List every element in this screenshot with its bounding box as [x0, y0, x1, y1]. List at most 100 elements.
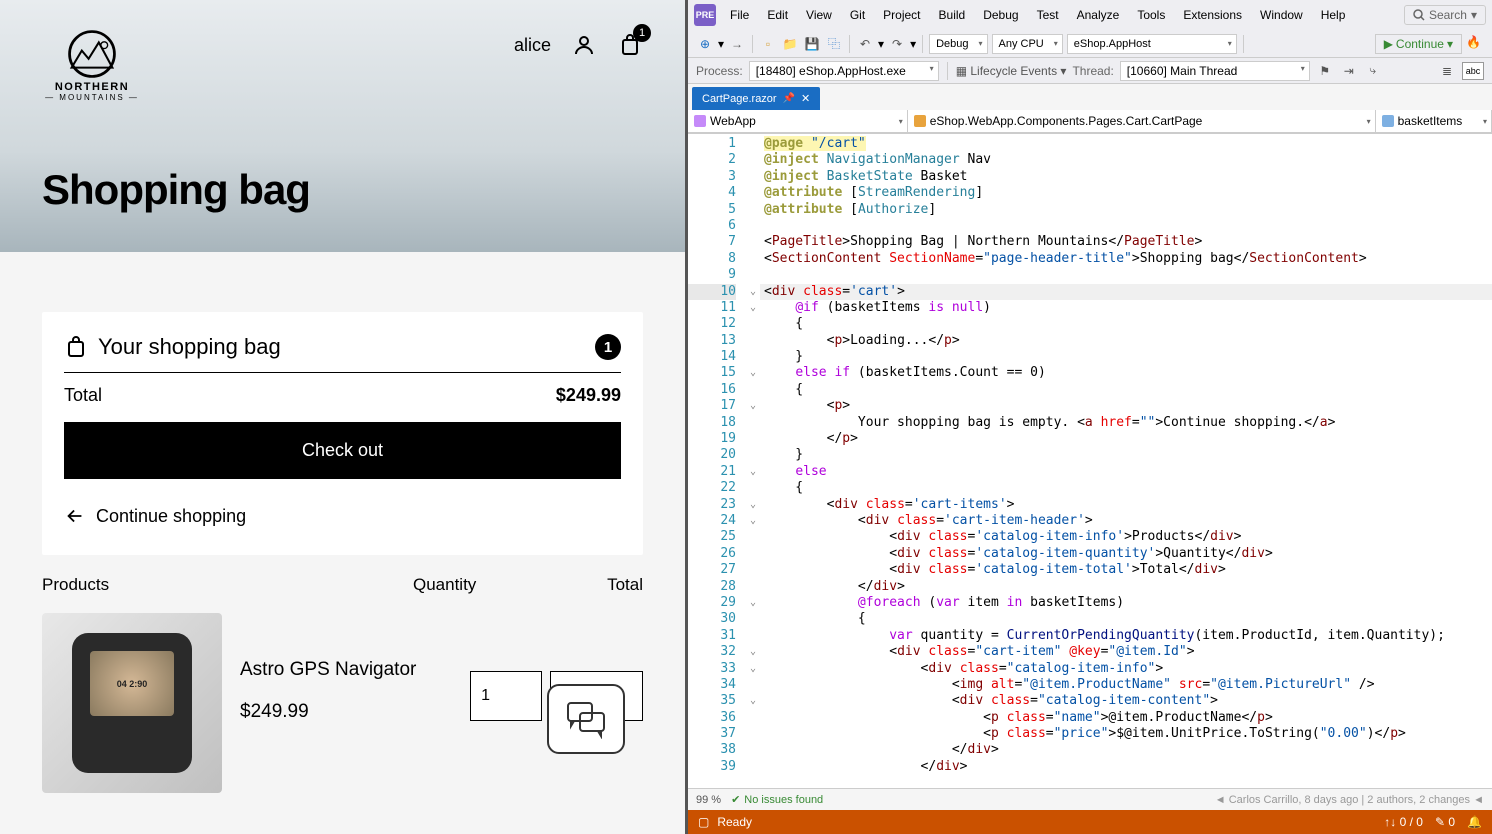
nav-project[interactable]: WebApp	[688, 110, 908, 133]
code-editor[interactable]: 1234567891011121314151617181920212223242…	[688, 134, 1492, 788]
cart-summary-card: Your shopping bag 1 Total $249.99 Check …	[42, 312, 643, 555]
pin-icon[interactable]: 📌	[783, 93, 795, 104]
chat-button[interactable]	[547, 684, 625, 754]
brand-logo[interactable]: NORTHERN — MOUNTAINS —	[42, 20, 142, 110]
product-name: Astro GPS Navigator	[240, 658, 452, 683]
arrow-left-icon	[64, 505, 86, 527]
card-header: Your shopping bag 1	[64, 334, 621, 373]
brand-name: NORTHERN	[55, 81, 129, 93]
no-issues[interactable]: ✔ No issues found	[731, 793, 823, 806]
menu-help[interactable]: Help	[1313, 4, 1354, 26]
hot-reload-icon[interactable]: 🔥	[1466, 35, 1484, 53]
bag-icon	[64, 335, 88, 359]
lifecycle-events[interactable]: ▦ Lifecycle Events ▾	[956, 64, 1067, 78]
bag-title: Your shopping bag	[98, 334, 585, 360]
saveall-icon[interactable]: ⿻	[825, 35, 843, 53]
quantity-input[interactable]	[470, 671, 542, 721]
products-section: Products Quantity Total 04 2:90 Astro GP…	[42, 575, 643, 793]
menu-edit[interactable]: Edit	[759, 4, 796, 26]
product-info: Astro GPS Navigator $249.99	[240, 613, 452, 723]
search-button[interactable]: Search ▾	[1404, 5, 1486, 25]
menu-tools[interactable]: Tools	[1129, 4, 1173, 26]
menu-file[interactable]: File	[722, 4, 757, 26]
product-price: $249.99	[240, 701, 452, 723]
product-image[interactable]: 04 2:90	[42, 613, 222, 793]
back-icon[interactable]: ⊕	[696, 35, 714, 53]
platform-combo[interactable]: Any CPU	[992, 34, 1063, 54]
abc-box[interactable]: abc	[1462, 62, 1484, 80]
header-actions: alice 1	[514, 32, 643, 58]
process-combo[interactable]: [18480] eShop.AppHost.exe	[749, 61, 939, 81]
continue-label: Continue shopping	[96, 506, 246, 527]
output-icon[interactable]: ▢	[698, 815, 709, 829]
flag-icon[interactable]: ⚑	[1316, 62, 1334, 80]
save-icon[interactable]: 💾	[803, 35, 821, 53]
open-icon[interactable]: 📁	[781, 35, 799, 53]
nav-class[interactable]: eShop.WebApp.Components.Pages.Cart.CartP…	[908, 110, 1376, 133]
mountain-icon	[58, 29, 126, 79]
thread-label: Thread:	[1072, 64, 1113, 78]
device-screen: 04 2:90	[90, 651, 174, 716]
nav-member[interactable]: basketItems	[1376, 110, 1492, 133]
nav-count[interactable]: ↑↓ 0 / 0	[1384, 815, 1423, 829]
products-header: Products Quantity Total	[42, 575, 643, 595]
error-count[interactable]: ✎ 0	[1435, 815, 1455, 829]
menu-debug[interactable]: Debug	[975, 4, 1026, 26]
menu-view[interactable]: View	[798, 4, 840, 26]
continue-button[interactable]: ▶ Continue ▾	[1375, 34, 1462, 54]
debug-toolbar: Process: [18480] eShop.AppHost.exe ▦ Lif…	[688, 58, 1492, 84]
total-amount: $249.99	[556, 385, 621, 406]
status-ready: Ready	[717, 815, 752, 829]
col-total: Total	[573, 575, 643, 595]
user-icon[interactable]	[571, 32, 597, 58]
menu-analyze[interactable]: Analyze	[1069, 4, 1128, 26]
codelens-info[interactable]: ◄ Carlos Carrillo, 8 days ago | 2 author…	[1215, 794, 1484, 806]
continue-label: Continue	[1396, 37, 1444, 51]
fold-column[interactable]: ⌄⌄⌄⌄⌄⌄⌄⌄⌄⌄⌄	[746, 134, 760, 788]
code-area[interactable]: @page "/cart"@inject NavigationManager N…	[760, 134, 1492, 788]
search-label: Search	[1429, 8, 1467, 22]
page-title: Shopping bag	[42, 166, 310, 214]
visual-studio-pane: PRE FileEditViewGitProjectBuildDebugTest…	[685, 0, 1492, 834]
cart-icon[interactable]: 1	[617, 32, 643, 58]
total-row: Total $249.99	[64, 385, 621, 406]
hero-header: NORTHERN — MOUNTAINS — alice 1 Shopping …	[0, 0, 685, 252]
step2-icon[interactable]: ⤷	[1364, 62, 1382, 80]
tab-cartpage[interactable]: CartPage.razor 📌 ✕	[692, 87, 820, 110]
editor-bottom-bar: 99 % ✔ No issues found ◄ Carlos Carrillo…	[688, 788, 1492, 810]
process-label: Process:	[696, 64, 743, 78]
total-label: Total	[64, 385, 102, 406]
brand-tagline: — MOUNTAINS —	[45, 93, 139, 102]
menu-extensions[interactable]: Extensions	[1175, 4, 1250, 26]
close-icon[interactable]: ✕	[801, 92, 810, 105]
checkout-button[interactable]: Check out	[64, 422, 621, 479]
menu-test[interactable]: Test	[1029, 4, 1067, 26]
col-products: Products	[42, 575, 413, 595]
main-toolbar: ⊕▾ → ▫ 📁 💾 ⿻ ↶▾ ↷▾ Debug Any CPU eShop.A…	[688, 30, 1492, 58]
bag-count: 1	[595, 334, 621, 360]
bell-icon[interactable]: 🔔	[1467, 815, 1482, 829]
menu-bar: PRE FileEditViewGitProjectBuildDebugTest…	[688, 0, 1492, 30]
step-icon[interactable]: ⇥	[1340, 62, 1358, 80]
menu-window[interactable]: Window	[1252, 4, 1311, 26]
user-name[interactable]: alice	[514, 35, 551, 56]
chat-icon	[564, 699, 608, 739]
project-combo[interactable]: eShop.AppHost	[1067, 34, 1237, 54]
new-icon[interactable]: ▫	[759, 35, 777, 53]
vs-logo-icon[interactable]: PRE	[694, 4, 716, 26]
menu-project[interactable]: Project	[875, 4, 928, 26]
col-quantity: Quantity	[413, 575, 573, 595]
zoom-pct[interactable]: 99 %	[696, 794, 721, 806]
menu-git[interactable]: Git	[842, 4, 873, 26]
undo-icon[interactable]: ↶	[856, 35, 874, 53]
menu-build[interactable]: Build	[931, 4, 974, 26]
line-gutter: 1234567891011121314151617181920212223242…	[688, 134, 746, 788]
list-icon[interactable]: ≣	[1438, 62, 1456, 80]
continue-shopping-link[interactable]: Continue shopping	[64, 499, 621, 533]
thread-combo[interactable]: [10660] Main Thread	[1120, 61, 1310, 81]
status-bar: ▢ Ready ↑↓ 0 / 0 ✎ 0 🔔	[688, 810, 1492, 834]
config-combo[interactable]: Debug	[929, 34, 987, 54]
nav-bar: WebApp eShop.WebApp.Components.Pages.Car…	[688, 110, 1492, 134]
redo-icon[interactable]: ↷	[888, 35, 906, 53]
fwd-icon[interactable]: →	[728, 35, 746, 53]
